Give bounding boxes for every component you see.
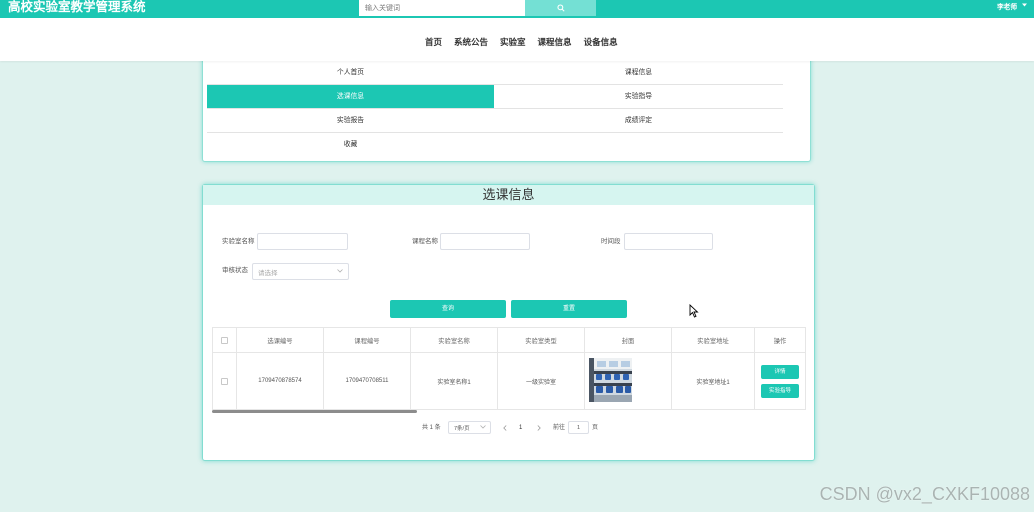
lab-photo-image	[589, 358, 632, 404]
pagination-total: 共 1 条	[422, 425, 441, 431]
column-header-lab-name: 实验室名称	[411, 328, 498, 353]
cell-lab-type: 一级实验室	[498, 353, 585, 410]
main-nav: 首页 系统公告 实验室 课程信息 设备信息	[0, 18, 1034, 61]
review-status-select[interactable]: 请选择	[252, 263, 349, 280]
review-status-label: 审核状态	[222, 267, 248, 274]
goto-label: 前往	[553, 425, 566, 431]
nav-item-equipment[interactable]: 设备信息	[584, 37, 618, 47]
column-header-lab-type: 实验室类型	[498, 328, 585, 353]
table-row: 1709470878574 1709470708511 实验室名称1 一级实验室	[213, 353, 806, 410]
top-bar: 高校实验室教学管理系统 李老师	[0, 0, 1034, 18]
lab-guidance-button[interactable]: 实验指导	[761, 383, 799, 398]
time-slot-input[interactable]	[624, 233, 713, 250]
goto-page-input[interactable]	[568, 421, 589, 434]
menu-item-lab-report[interactable]: 实验报告	[207, 109, 494, 133]
watermark-text: CSDN @vx2_CXKF10088	[819, 484, 1030, 504]
mouse-cursor-icon	[689, 303, 699, 323]
user-name: 李老师	[997, 3, 1018, 11]
page-number-1[interactable]: 1	[519, 424, 522, 432]
nav-item-announcements[interactable]: 系统公告	[454, 37, 488, 47]
cell-selection-no: 1709470878574	[237, 353, 324, 410]
menu-item-grade-evaluation[interactable]: 成绩评定	[494, 109, 783, 133]
cell-lab-address: 实验室地址1	[672, 353, 755, 410]
user-center-menu: 个人首页 课程信息 选课信息 实验指导 实验报告 成绩评定 收藏	[207, 61, 783, 157]
nav-item-courses[interactable]: 课程信息	[538, 37, 572, 47]
app-title: 高校实验室教学管理系统	[8, 0, 146, 14]
column-header-selection-no: 选课编号	[237, 328, 324, 353]
chevron-down-icon	[1022, 2, 1028, 9]
row-select-cell	[213, 353, 237, 410]
table-header: 选课编号 课程编号 实验室名称 实验室类型 封面 实验室地址 操作	[213, 328, 806, 353]
user-center-menu-card: 个人首页 课程信息 选课信息 实验指导 实验报告 成绩评定 收藏	[202, 50, 811, 162]
reset-button[interactable]: 重置	[511, 300, 627, 318]
details-button[interactable]: 详情	[761, 364, 799, 379]
menu-item-favorites[interactable]: 收藏	[207, 133, 494, 157]
search-icon	[556, 0, 565, 17]
panel-title: 选课信息	[203, 185, 814, 205]
column-header-course-no: 课程编号	[324, 328, 411, 353]
page-size-select[interactable]: 7条/页	[448, 421, 491, 434]
menu-item-lab-guidance[interactable]: 实验指导	[494, 85, 783, 109]
page-size-value: 7条/页	[454, 425, 470, 432]
table-horizontal-scrollbar[interactable]	[212, 410, 417, 413]
chevron-left-icon[interactable]	[502, 425, 508, 431]
time-slot-label: 时间段	[601, 238, 621, 245]
course-selection-panel: 选课信息 实验室名称 课程名称 时间段 审核状态 请选择 查询 重置 选课编号 …	[202, 184, 815, 461]
search-button[interactable]: 查询	[390, 300, 506, 318]
select-all-checkbox[interactable]	[221, 336, 228, 344]
cell-actions: 详情 实验指导	[755, 353, 806, 410]
nav-item-home[interactable]: 首页	[425, 37, 442, 47]
goto-suffix: 页	[592, 425, 599, 431]
lab-name-label: 实验室名称	[222, 238, 255, 245]
menu-item-personal-home[interactable]: 个人首页	[207, 61, 494, 85]
user-menu[interactable]: 李老师	[997, 0, 1028, 11]
menu-item-course-selection[interactable]: 选课信息	[207, 85, 494, 109]
lab-name-input[interactable]	[257, 233, 348, 250]
chevron-right-icon[interactable]	[536, 425, 542, 431]
nav-item-labs[interactable]: 实验室	[500, 37, 526, 47]
menu-item-course-info[interactable]: 课程信息	[494, 61, 783, 85]
column-header-cover: 封面	[585, 328, 672, 353]
cell-cover	[585, 353, 672, 410]
search-input[interactable]	[359, 0, 525, 16]
row-checkbox[interactable]	[221, 377, 228, 385]
course-name-label: 课程名称	[412, 238, 438, 245]
nav-items: 首页 系统公告 实验室 课程信息 设备信息	[425, 37, 618, 47]
cell-lab-name: 实验室名称1	[411, 353, 498, 410]
search-button[interactable]	[525, 0, 596, 16]
cell-course-no: 1709470708511	[324, 353, 411, 410]
course-name-input[interactable]	[440, 233, 530, 250]
chevron-down-icon	[337, 268, 343, 275]
select-all-cell	[213, 328, 237, 353]
chevron-down-icon	[480, 424, 486, 431]
review-status-placeholder: 请选择	[258, 269, 278, 277]
column-header-actions: 操作	[755, 328, 806, 353]
course-selection-table: 选课编号 课程编号 实验室名称 实验室类型 封面 实验室地址 操作 170947…	[212, 327, 806, 410]
column-header-lab-address: 实验室地址	[672, 328, 755, 353]
